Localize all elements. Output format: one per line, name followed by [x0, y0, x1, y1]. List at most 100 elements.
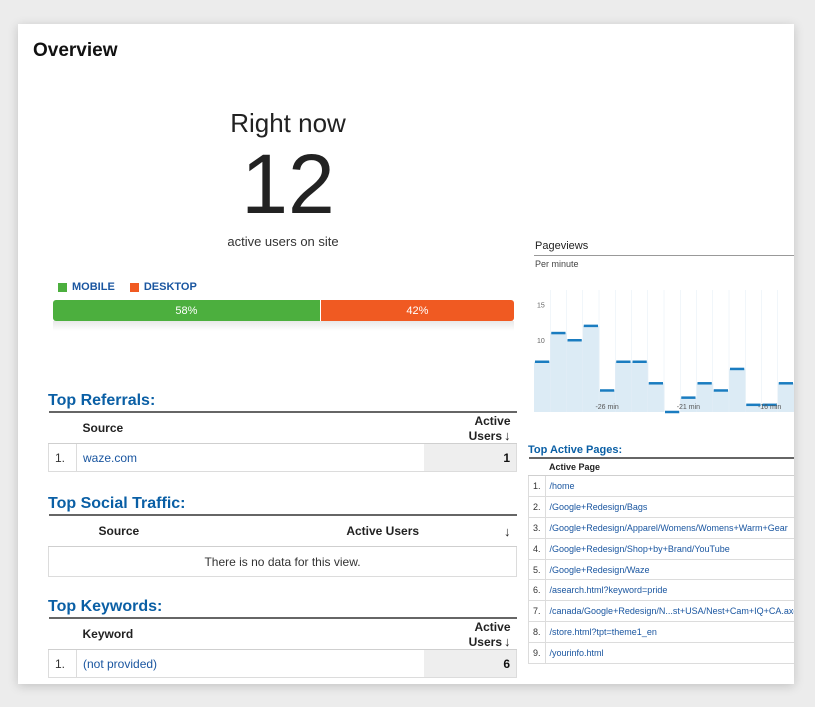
x-tick-label: -21 min: [677, 404, 700, 411]
pageviews-chart: 15105-26 min-21 min-16 min: [534, 290, 794, 414]
active-page-link[interactable]: /Google+Redesign/Waze: [550, 565, 650, 575]
row-number: 1.: [48, 649, 77, 678]
sort-down-icon[interactable]: ↓: [484, 514, 517, 547]
referral-source: waze.com: [76, 443, 424, 472]
column-keyword[interactable]: Keyword: [76, 617, 424, 650]
table-header: Source Active Users ↓: [48, 514, 517, 547]
active-users-subtitle: active users on site: [227, 234, 339, 249]
top-social-title: Top Social Traffic:: [48, 495, 186, 512]
top-social-table: Source Active Users ↓ There is no data f…: [48, 514, 517, 577]
table-header: Active Page: [528, 457, 794, 476]
row-number: 1.: [528, 475, 546, 497]
row-number: 2.: [528, 496, 546, 518]
column-source[interactable]: Source: [48, 514, 281, 547]
active-page-link[interactable]: /yourinfo.html: [550, 648, 604, 658]
device-split-bar: 58% 42%: [53, 300, 514, 321]
device-legend: MOBILE DESKTOP: [58, 281, 209, 293]
pageviews-bar[interactable]: [631, 361, 649, 412]
column-active-users[interactable]: Active Users ↓: [424, 617, 517, 650]
row-number: 3.: [528, 517, 546, 539]
table-row: 1. (not provided) 6: [48, 649, 517, 678]
pageviews-bar[interactable]: [729, 368, 746, 412]
active-page-link[interactable]: /home: [550, 481, 575, 491]
desktop-swatch: [129, 282, 139, 292]
active-page-cell: /yourinfo.html: [545, 642, 794, 665]
active-page-cell: /Google+Redesign/Apparel/Womens/Womens+W…: [545, 517, 794, 539]
keyword-link[interactable]: (not provided): [83, 657, 157, 671]
active-users-count: 12: [241, 137, 335, 231]
pageviews-title: Pageviews: [535, 240, 589, 252]
pageviews-bar[interactable]: [647, 383, 665, 412]
table-row: 1. waze.com 1: [48, 443, 517, 472]
column-active-users[interactable]: Active Users: [280, 514, 485, 547]
top-active-pages-table: Active Page 1. /home 2. /Google+Redesign/Ba…: [528, 457, 794, 665]
pageviews-bar[interactable]: [582, 325, 600, 412]
active-page-link[interactable]: /store.html?tpt=theme1_en: [550, 627, 657, 637]
active-page-link[interactable]: /Google+Redesign/Bags: [550, 502, 648, 512]
legend-mobile: MOBILE: [72, 281, 115, 294]
active-page-cell: /asearch.html?keyword=pride: [545, 579, 794, 602]
column-active-users[interactable]: Active Users ↓: [424, 411, 517, 444]
overview-panel: Overview Right now 12 active users on si…: [18, 24, 794, 684]
pageviews-bar[interactable]: [566, 340, 584, 412]
y-tick-label: 10: [537, 338, 545, 345]
x-tick-label: -16 min: [758, 404, 781, 411]
right-now-label: Right now: [230, 108, 346, 138]
page-title: Overview: [33, 40, 118, 61]
table-header: Keyword Active Users ↓: [48, 617, 517, 650]
top-referrals-table: Source Active Users ↓ 1. waze.com 1: [48, 411, 517, 472]
active-page-cell: /canada/Google+Redesign/N...st+USA/Nest+…: [545, 600, 794, 623]
active-page-link[interactable]: /asearch.html?keyword=pride: [550, 585, 668, 595]
row-number: 8.: [528, 621, 546, 644]
active-page-link[interactable]: /Google+Redesign/Apparel/Womens/Womens+W…: [550, 523, 788, 533]
bar-reflection: [53, 321, 514, 331]
active-page-cell: /Google+Redesign/Shop+by+Brand/YouTube: [545, 538, 794, 560]
top-keywords-table: Keyword Active Users ↓ 1. (not provided) …: [48, 617, 517, 678]
active-page-cell: /home: [545, 475, 794, 497]
table-row: 9. /yourinfo.html: [528, 642, 794, 665]
active-page-link[interactable]: /canada/Google+Redesign/N...st+USA/Nest+…: [550, 606, 794, 616]
row-number: 1.: [48, 443, 77, 472]
table-row: 5. /Google+Redesign/Waze: [528, 559, 794, 581]
top-referrals-title: Top Referrals:: [48, 392, 156, 409]
y-tick-label: 15: [537, 302, 545, 309]
pageviews-bar[interactable]: [712, 390, 730, 412]
table-row: 6. /asearch.html?keyword=pride: [528, 579, 794, 602]
keyword-cell: (not provided): [76, 649, 424, 678]
row-number: 5.: [528, 559, 546, 581]
table-row: 2. /Google+Redesign/Bags: [528, 496, 794, 518]
table-row: There is no data for this view.: [48, 546, 517, 577]
table-row: 7. /canada/Google+Redesign/N...st+USA/Nes…: [528, 600, 794, 623]
table-row: 4. /Google+Redesign/Shop+by+Brand/YouTube: [528, 538, 794, 560]
keyword-users: 6: [424, 649, 517, 678]
table-row: 3. /Google+Redesign/Apparel/Womens/Womens…: [528, 517, 794, 539]
legend-desktop: DESKTOP: [143, 281, 197, 294]
referral-users: 1: [424, 443, 517, 472]
active-page-cell: /Google+Redesign/Bags: [545, 496, 794, 518]
active-page-cell: /Google+Redesign/Waze: [545, 559, 794, 581]
top-active-pages-title: Top Active Pages:: [528, 444, 623, 456]
row-number: 9.: [528, 642, 546, 665]
referral-source-link[interactable]: waze.com: [83, 451, 137, 465]
table-header: Source Active Users ↓: [48, 411, 517, 444]
active-page-link[interactable]: /Google+Redesign/Shop+by+Brand/YouTube: [550, 544, 730, 554]
sort-down-icon: ↓: [504, 633, 511, 649]
pageviews-subtitle: Per minute: [535, 259, 579, 269]
row-number: 6.: [528, 579, 546, 602]
mobile-swatch: [58, 282, 67, 292]
mobile-segment[interactable]: 58%: [53, 300, 321, 321]
pageviews-divider: [534, 255, 794, 256]
pageviews-bar[interactable]: [534, 361, 551, 412]
x-tick-label: -26 min: [595, 404, 618, 411]
no-data-message: There is no data for this view.: [48, 546, 517, 577]
sort-down-icon: ↓: [504, 427, 511, 443]
row-number: 7.: [528, 600, 546, 623]
column-source[interactable]: Source: [76, 411, 424, 444]
pageviews-bar[interactable]: [550, 333, 567, 412]
table-row: 8. /store.html?tpt=theme1_en: [528, 621, 794, 644]
desktop-segment[interactable]: 42%: [320, 300, 514, 321]
top-keywords-title: Top Keywords:: [48, 598, 163, 615]
table-row: 1. /home: [528, 475, 794, 497]
column-active-page[interactable]: Active Page: [545, 457, 794, 476]
row-number: 4.: [528, 538, 546, 560]
